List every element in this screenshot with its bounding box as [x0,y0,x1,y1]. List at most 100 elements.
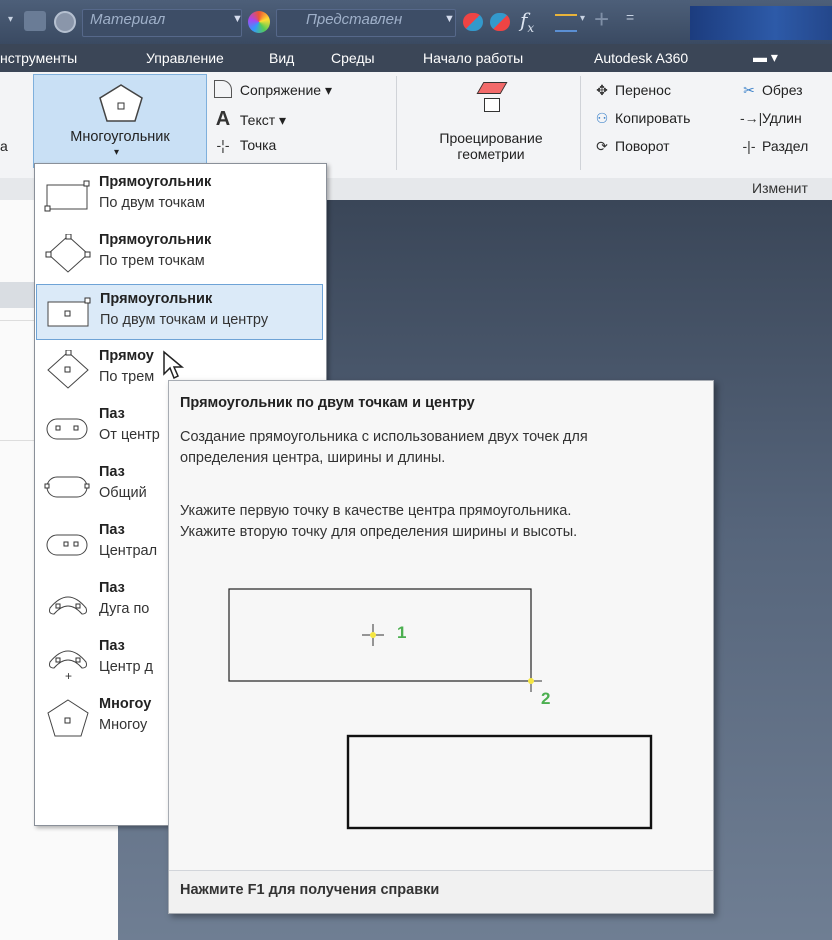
fillet-button[interactable]: Сопряжение ▾ [214,80,332,99]
point-icon: -¦- [216,137,230,153]
menu-item-rectangle-two-point-center[interactable]: Прямоугольник По двум точкам и центру [36,284,323,340]
menu-item-title: Паз [99,580,125,596]
mouse-cursor-icon [163,350,185,380]
menu-item-subtitle: По трем [99,369,155,385]
rotate-button[interactable]: ⟳ Поворот [593,138,669,155]
center-point-dot [370,632,376,638]
left-panel-stub-text: а [0,138,8,154]
menu-item-title: Прямоу [99,348,154,364]
copy-label: Копировать [615,110,691,126]
split-button[interactable]: -|- Раздел [740,138,809,154]
move-button[interactable]: ✥ Перенос [593,82,671,99]
tooltip-illustration [228,588,653,830]
menu-item-title: Прямоугольник [100,291,213,307]
split-icon: -|- [742,138,756,154]
copy-icon: ⚇ [595,110,609,126]
menu-item-title: Паз [99,638,125,654]
menu-item-subtitle: Централ [99,543,158,559]
slot-center-to-center-icon [46,418,88,440]
window-title-bar [690,6,832,40]
dropdown-arrow-icon[interactable]: ▾ [8,14,18,26]
fillet-label: Сопряжение [239,82,322,98]
project-geometry-button[interactable]: Проецирование геометрии [412,76,570,172]
extend-label: Удлин [762,110,802,126]
menu-item-rectangle-three-point[interactable]: Прямоугольник По трем точкам [36,226,323,280]
menu-item-title: Паз [99,522,125,538]
menu-item-subtitle: Центр д [99,659,153,675]
tooltip-description-line-2: определения центра, ширины и длины. [180,450,446,466]
rectangle-two-point-icon [44,180,90,212]
color-override-icon[interactable] [463,13,483,31]
chevron-down-icon[interactable]: ▼ [232,13,243,25]
rectangle-three-point-icon [45,234,91,273]
tooltip-footer: Нажмите F1 для получения справки [169,870,713,913]
tooltip-description-line-1: Создание прямоугольника с использованием… [180,429,588,445]
menu-item-title: Паз [99,464,125,480]
ribbon-separator [396,76,397,170]
trim-button[interactable]: ✂ Обрез [740,82,803,99]
corner-point-dot [528,678,534,684]
menu-item-title: Паз [99,406,125,422]
slot-center-point-arc-icon: + [49,650,87,680]
text-label: Текст [239,112,276,128]
camera-icon[interactable]: ▬ ▾ [753,49,778,66]
project-geometry-icon [476,80,508,112]
ribbon-separator [580,76,581,170]
point-button[interactable]: -¦- Точка [214,137,277,153]
extend-icon: -→| [740,110,763,126]
point-label: Точка [239,137,277,153]
move-icon: ✥ [596,82,608,98]
text-icon: A [215,108,231,130]
tab-tools[interactable]: нструменты [0,50,77,66]
tab-manage[interactable]: Управление [146,50,224,66]
project-geometry-label-2: геометрии [457,146,525,162]
menu-item-subtitle: По двум точкам и центру [100,312,269,328]
tab-get-started[interactable]: Начало работы [423,50,523,66]
menu-item-subtitle: Многоу [99,717,148,733]
modify-panel-label[interactable]: Изменит [752,180,808,196]
quick-access-toolbar: ▾ Материал ▼ Представлен ▼ fx ▾ + = [0,0,832,44]
text-button[interactable]: A Текст ▾ [214,108,286,131]
menu-item-subtitle: Общий [99,485,147,501]
polygon-button-label: Многоугольник [70,129,170,145]
more-icon[interactable]: = [626,9,634,25]
copy-button[interactable]: ⚇ Копировать [593,110,691,127]
clear-override-icon[interactable] [490,13,510,31]
result-rectangle [346,734,653,830]
color-wheel-icon[interactable] [248,11,270,33]
extend-button[interactable]: -→|Удлин [740,110,802,126]
slot-center-point-icon [46,534,88,556]
point-2-label: 2 [541,689,551,708]
tab-environments[interactable]: Среды [331,50,375,66]
polygon-split-button[interactable]: Многоугольник ▾ [33,74,207,168]
line-weight-icon[interactable] [555,14,577,32]
menu-item-rectangle-two-point[interactable]: Прямоугольник По двум точкам [36,168,323,222]
rotate-icon: ⟳ [596,138,608,154]
point-1-label: 1 [397,623,407,642]
slot-three-point-arc-icon [49,596,87,615]
move-label: Перенос [615,82,671,98]
view-dropdown-text: Представлен [306,11,403,28]
menu-item-title: Многоу [99,696,152,712]
menu-item-title: Прямоугольник [99,232,212,248]
project-geometry-label-1: Проецирование [439,130,543,146]
ribbon-tab-bar: нструменты Управление Вид Среды Начало р… [0,44,832,72]
tooltip-instruction-line-1: Укажите первую точку в качестве центра п… [180,503,572,519]
appearance-icon[interactable] [54,11,76,33]
tooltip-help-hint: Нажмите F1 для получения справки [180,882,440,898]
trim-label: Обрез [762,82,803,98]
rectangle-two-point-center-icon [47,297,91,327]
tab-view[interactable]: Вид [269,50,294,66]
tab-autodesk-a360[interactable]: Autodesk A360 [594,50,688,66]
material-dropdown-text: Материал [90,11,166,28]
plus-icon[interactable]: + [594,4,609,35]
chevron-down-icon[interactable]: ▼ [444,13,455,25]
tooltip-instruction-line-2: Укажите вторую точку для определения шир… [180,524,578,540]
menu-item-subtitle: От центр [99,427,160,443]
chevron-down-icon[interactable]: ▾ [580,13,585,24]
slot-overall-icon [44,476,90,498]
sketch-tool-icon[interactable] [24,11,46,31]
fx-icon[interactable]: fx [520,8,534,35]
polygon-icon [47,699,89,737]
trim-icon: ✂ [743,82,755,98]
